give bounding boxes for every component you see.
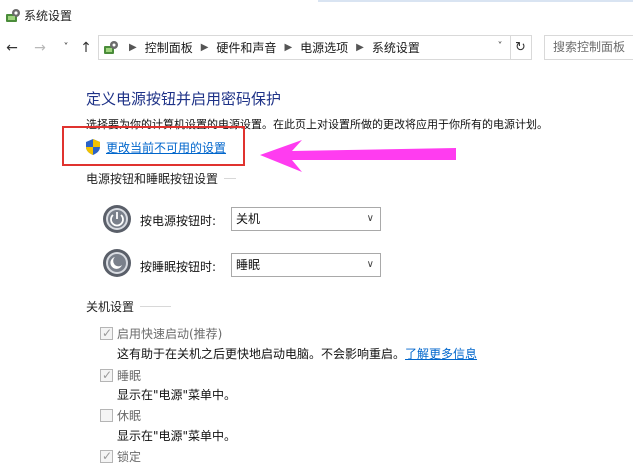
address-dropdown-icon[interactable]: ˅ xyxy=(492,39,508,55)
breadcrumb-hardware-sound[interactable]: 硬件和声音 xyxy=(216,39,276,56)
back-arrow-icon[interactable]: ← xyxy=(3,38,21,58)
fast-startup-description: 这有助于在关机之后更快地启动电脑。不会影响重启。了解更多信息 xyxy=(117,345,477,362)
power-buttons-heading-text: 电源按钮和睡眠按钮设置 xyxy=(86,172,219,186)
chevron-down-icon[interactable]: ˅ xyxy=(57,38,75,58)
checkmark-icon: ✓ xyxy=(102,326,113,340)
sleep-button-icon xyxy=(103,249,131,277)
hibernate-label: 休眠 xyxy=(117,409,142,423)
address-bar[interactable]: ▶ 控制面板 ▶ 硬件和声音 ▶ 电源选项 ▶ 系统设置 ˅ xyxy=(98,35,511,60)
lock-checkbox[interactable]: ✓ xyxy=(100,449,113,463)
control-panel-icon xyxy=(104,41,118,54)
title-bar-accent xyxy=(318,0,633,2)
breadcrumb-separator-icon[interactable]: ▶ xyxy=(201,42,209,53)
chevron-down-icon: ∨ xyxy=(366,259,374,270)
title-bar: 系统设置 xyxy=(0,0,633,34)
hibernate-checkbox[interactable] xyxy=(100,409,113,422)
breadcrumb-system-settings[interactable]: 系统设置 xyxy=(372,39,420,56)
learn-more-link[interactable]: 了解更多信息 xyxy=(405,347,477,361)
breadcrumb: ▶ 控制面板 ▶ 硬件和声音 ▶ 电源选项 ▶ 系统设置 xyxy=(121,36,420,59)
breadcrumb-separator-icon: ▶ xyxy=(129,42,137,53)
fast-startup-description-text: 这有助于在关机之后更快地启动电脑。不会影响重启。 xyxy=(117,347,406,361)
forward-arrow-icon[interactable]: → xyxy=(31,38,49,58)
sleep-button-label: 按睡眠按钮时: xyxy=(140,260,217,274)
power-button-label: 按电源按钮时: xyxy=(140,214,217,228)
system-settings-icon xyxy=(6,9,20,22)
fast-startup-label: 启用快速启动(推荐) xyxy=(117,327,223,341)
refresh-icon[interactable]: ↻ xyxy=(510,35,532,60)
section-divider xyxy=(140,306,171,307)
checkmark-icon: ✓ xyxy=(102,368,113,382)
section-divider xyxy=(224,178,236,179)
power-button-action-select[interactable]: 关机 ∨ xyxy=(231,207,381,231)
breadcrumb-power-options[interactable]: 电源选项 xyxy=(300,39,348,56)
hibernate-description: 显示在"电源"菜单中。 xyxy=(117,429,237,443)
chevron-down-icon: ∨ xyxy=(366,213,374,224)
sleep-checkbox[interactable]: ✓ xyxy=(100,368,113,382)
lock-label: 锁定 xyxy=(117,450,142,464)
breadcrumb-control-panel[interactable]: 控制面板 xyxy=(145,39,193,56)
window-title: 系统设置 xyxy=(24,9,73,23)
power-button-action-value: 关机 xyxy=(236,212,261,226)
power-button-icon xyxy=(103,205,131,233)
sleep-description: 显示在"电源"菜单中。 xyxy=(117,388,237,402)
checkmark-icon: ✓ xyxy=(102,449,113,463)
up-arrow-icon[interactable]: ↑ xyxy=(77,38,95,58)
sleep-button-action-value: 睡眠 xyxy=(236,258,261,272)
sleep-label: 睡眠 xyxy=(117,369,142,383)
breadcrumb-separator-icon[interactable]: ▶ xyxy=(356,42,364,53)
sleep-button-action-select[interactable]: 睡眠 ∨ xyxy=(231,253,381,277)
shutdown-settings-heading: 关机设置 xyxy=(86,298,171,315)
highlight-box xyxy=(62,126,245,166)
breadcrumb-separator-icon[interactable]: ▶ xyxy=(284,42,292,53)
search-input[interactable]: 搜索控制面板 xyxy=(544,35,633,60)
annotation-arrow-icon xyxy=(260,140,456,172)
fast-startup-checkbox[interactable]: ✓ xyxy=(100,326,113,340)
shutdown-settings-heading-text: 关机设置 xyxy=(86,300,135,314)
power-buttons-heading: 电源按钮和睡眠按钮设置 xyxy=(86,170,236,187)
page-title: 定义电源按钮并启用密码保护 xyxy=(86,90,282,108)
